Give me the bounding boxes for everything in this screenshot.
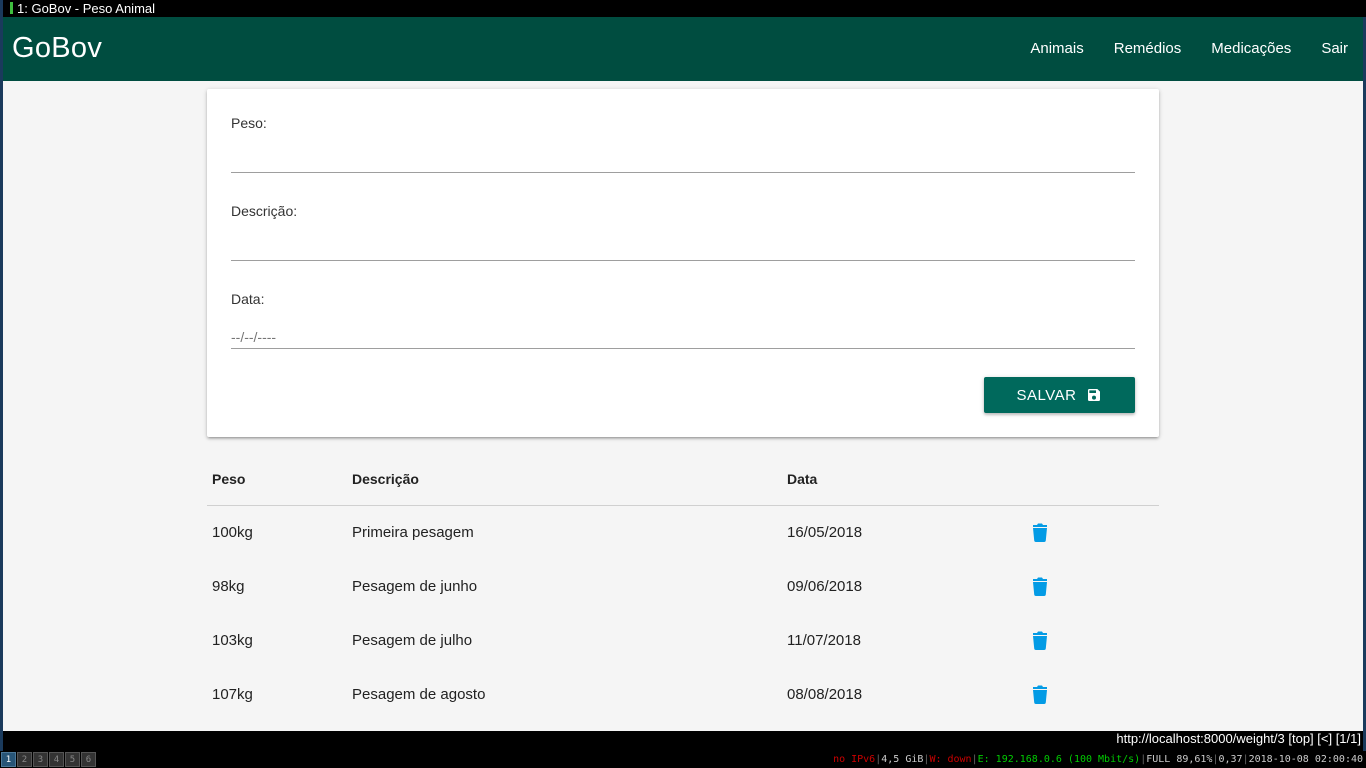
trash-icon[interactable] (1032, 576, 1048, 596)
workspace-button-5[interactable]: 5 (65, 752, 80, 767)
window-title-bar: 1: GoBov - Peso Animal (0, 0, 1366, 17)
column-header-actions (1027, 453, 1159, 506)
table-row: 100kg Primeira pesagem 16/05/2018 (207, 505, 1159, 559)
table-row: 98kg Pesagem de junho 09/06/2018 (207, 559, 1159, 613)
peso-input[interactable] (231, 139, 1135, 173)
cell-actions (1027, 505, 1159, 559)
cell-data: 08/08/2018 (787, 685, 863, 703)
descricao-input[interactable] (231, 227, 1135, 261)
column-header-peso: Peso (207, 453, 347, 506)
floppy-disk-icon (1088, 389, 1101, 401)
table-row: 107kg Pesagem de agosto 08/08/2018 (207, 667, 1159, 721)
brand-logo[interactable]: GoBov (12, 31, 102, 65)
workspace-button-4[interactable]: 4 (49, 752, 64, 767)
data-input[interactable] (231, 315, 1135, 349)
cell-actions (1027, 667, 1159, 721)
cell-descricao: Primeira pesagem (352, 523, 474, 541)
data-field: Data: (231, 291, 1135, 349)
peso-field: Peso: (231, 115, 1135, 173)
system-status-bar: 1 2 3 4 5 6 no IPv6|4,5 GiB|W: down|E: 1… (0, 751, 1366, 768)
window-focus-indicator (10, 2, 13, 14)
nav-link-animais[interactable]: Animais (1015, 17, 1098, 81)
workspace-list: 1 2 3 4 5 6 (1, 752, 96, 767)
navbar: GoBov Animais Remédios Medicações Sair (3, 17, 1363, 81)
save-button[interactable]: SALVAR (984, 377, 1135, 413)
workspace-button-1[interactable]: 1 (1, 752, 16, 767)
cell-data: 16/05/2018 (787, 523, 863, 541)
nav-links: Animais Remédios Medicações Sair (1015, 17, 1363, 81)
cell-descricao: Pesagem de junho (352, 577, 478, 595)
descricao-field: Descrição: (231, 203, 1135, 261)
load-status: 0,37 (1218, 754, 1243, 765)
workspace-button-6[interactable]: 6 (81, 752, 96, 767)
trash-icon[interactable] (1032, 630, 1048, 650)
window-title: 1: GoBov - Peso Animal (17, 1, 156, 16)
cell-data: 11/07/2018 (787, 631, 861, 649)
workspace-button-2[interactable]: 2 (17, 752, 32, 767)
column-header-data: Data (782, 453, 1027, 506)
browser-status-line: http://localhost:8000/weight/3 [top] [<]… (3, 731, 1363, 751)
cell-actions (1027, 559, 1159, 613)
table-header-row: Peso Descrição Data (207, 453, 1159, 506)
workspace-button-3[interactable]: 3 (33, 752, 48, 767)
cell-peso: 103kg (212, 631, 253, 649)
cell-peso: 98kg (212, 577, 245, 595)
browser-viewport: GoBov Animais Remédios Medicações Sair P… (0, 17, 1366, 751)
cell-peso: 107kg (212, 685, 253, 703)
trash-icon[interactable] (1032, 684, 1048, 704)
nav-link-sair[interactable]: Sair (1306, 17, 1363, 81)
cell-data: 09/06/2018 (787, 577, 863, 595)
ethernet-status: E: 192.168.0.6 (100 Mbit/s) (977, 754, 1141, 765)
table-row: 103kg Pesagem de julho 11/07/2018 (207, 613, 1159, 667)
descricao-label: Descrição: (231, 203, 298, 219)
cell-descricao: Pesagem de julho (352, 631, 473, 649)
ipv6-status: no IPv6 (833, 754, 876, 765)
save-button-label: SALVAR (1016, 386, 1077, 404)
disk-status: 4,5 GiB (881, 754, 924, 765)
cell-actions (1027, 613, 1159, 667)
cell-peso: 100kg (212, 523, 253, 541)
clock: 2018-10-08 02:00:40 (1248, 754, 1363, 765)
status-indicators: no IPv6|4,5 GiB|W: down|E: 192.168.0.6 (… (833, 754, 1363, 765)
wireless-status: W: down (929, 754, 972, 765)
cell-descricao: Pesagem de agosto (352, 685, 486, 703)
data-label: Data: (231, 291, 265, 307)
trash-icon[interactable] (1032, 522, 1048, 543)
nav-link-remedios[interactable]: Remédios (1099, 17, 1197, 81)
column-header-descricao: Descrição (347, 453, 782, 506)
weights-table: Peso Descrição Data 100kg Primeira pesag… (207, 453, 1159, 721)
battery-status: FULL 89,61% (1146, 754, 1213, 765)
weight-form-card: Peso: Descrição: Data: SALVAR (207, 89, 1159, 437)
peso-label: Peso: (231, 115, 267, 131)
nav-link-medicacoes[interactable]: Medicações (1196, 17, 1306, 81)
